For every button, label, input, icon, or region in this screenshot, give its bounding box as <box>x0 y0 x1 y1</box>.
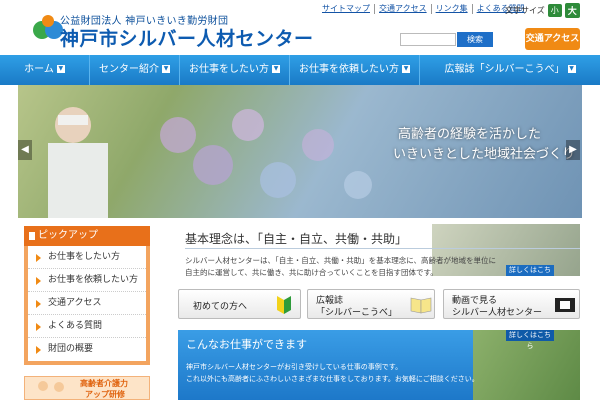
sitemap-link[interactable]: サイトマップ <box>318 4 374 14</box>
nav-item-work[interactable]: お仕事をしたい方 ▼ <box>180 55 290 85</box>
page: 公益財団法人 神戸いきいき勤労財団 神戸市シルバー人材センター サイトマップ 交… <box>0 0 600 400</box>
top-links: サイトマップ 交通アクセス リンク集 よくある質問 <box>318 4 529 14</box>
hero-banner[interactable]: 高齢者の経験を活かした いきいきとした地域社会づくり <box>18 85 582 218</box>
nav-label: お仕事をしたい方 <box>189 64 269 75</box>
caregiver-icon <box>38 381 64 392</box>
nav-label: ホーム <box>24 64 54 75</box>
font-large-button[interactable]: 大 <box>564 3 580 18</box>
film-icon <box>555 298 575 312</box>
pickup-item-overview[interactable]: 財団の概要 <box>28 338 146 361</box>
video-button[interactable]: 動画で見る シルバー人材センター <box>443 289 580 319</box>
font-size-label: 文字サイズ <box>505 6 545 15</box>
hero-prev-button[interactable]: ◀ <box>18 140 32 160</box>
pickup-item-access[interactable]: 交通アクセス <box>28 292 146 315</box>
pickup-item-work[interactable]: お仕事をしたい方 <box>28 246 146 269</box>
first-time-label: 初めての方へ <box>193 302 248 312</box>
site-header: 公益財団法人 神戸いきいき勤労財団 神戸市シルバー人材センター サイトマップ 交… <box>0 0 600 55</box>
hero-next-button[interactable]: ▶ <box>566 140 580 160</box>
concept-title: 基本理念は、「自主・自立、共働・共助」 <box>185 232 408 246</box>
pickup-list: お仕事をしたい方 お仕事を依頼したい方 交通アクセス よくある質問 財団の概要 <box>24 246 150 365</box>
divider <box>185 248 580 249</box>
beginner-mark-icon <box>277 296 291 314</box>
jobs-more-link[interactable]: 詳しくはこちら <box>506 330 554 350</box>
video-label-2: シルバー人材センター <box>452 308 543 318</box>
concept-text-1: シルバー人材センターは、「自主・自立、共働・共助」を基本理念に、高齢者が地域を単… <box>185 256 497 265</box>
chevron-down-icon: ▼ <box>272 65 280 73</box>
first-time-button[interactable]: 初めての方へ <box>178 289 301 319</box>
access-link[interactable]: 交通アクセス <box>374 4 431 14</box>
font-small-button[interactable]: 小 <box>547 4 562 17</box>
nav-label: 広報誌「シルバーこうべ」 <box>444 64 565 75</box>
concept-text-2: 自主的に運営して、共に働き、共に助け合っていくことを目指す団体です。 <box>185 268 438 277</box>
jobs-text-2: これ以外にも高齢者にふさわしいさまざまな仕事をしております。お気軽にご相談くださ… <box>186 375 479 383</box>
jobs-title: こんなお仕事ができます <box>186 338 307 351</box>
chevron-down-icon: ▼ <box>567 65 576 73</box>
pickup-item-faq[interactable]: よくある質問 <box>28 315 146 338</box>
pickup-item-request[interactable]: お仕事を依頼したい方 <box>28 269 146 292</box>
search-button[interactable]: 検索 <box>457 32 493 47</box>
concept-more-link[interactable]: 詳しくはこちら <box>506 265 554 285</box>
nav-item-request[interactable]: お仕事を依頼したい方 ▼ <box>290 55 420 85</box>
hero-tagline-1: 高齢者の経験を活かした <box>398 127 542 142</box>
care-training-banner[interactable]: 高齢者介護力 アップ研修 <box>24 376 150 400</box>
jobs-text-1: 神戸市シルバー人材センターがお引き受けしている仕事の事例です。 <box>186 363 403 371</box>
chevron-down-icon: ▼ <box>56 65 65 73</box>
pickup-sidebar: ピックアップ お仕事をしたい方 お仕事を依頼したい方 交通アクセス よくある質問… <box>24 226 150 365</box>
nav-item-about[interactable]: センター紹介 ▼ <box>90 55 180 85</box>
nav-label: センター紹介 <box>99 64 159 75</box>
pickup-title: ピックアップ <box>24 226 150 246</box>
chevron-down-icon: ▼ <box>402 65 410 73</box>
font-size-switcher: 文字サイズ 小 大 <box>505 3 580 18</box>
links-link[interactable]: リンク集 <box>430 4 472 14</box>
org-title[interactable]: 神戸市シルバー人材センター <box>60 24 314 51</box>
main-nav: ホーム ▼ センター紹介 ▼ お仕事をしたい方 ▼ お仕事を依頼したい方 ▼ 広報誌「シ… <box>0 55 600 85</box>
magazine-button[interactable]: 広報誌 「シルバーこうべ」 <box>307 289 435 319</box>
chevron-down-icon: ▼ <box>162 65 170 73</box>
search-input[interactable] <box>400 33 456 46</box>
care-banner-line-1: 高齢者介護力 <box>80 379 128 388</box>
nav-item-magazine[interactable]: 広報誌「シルバーこうべ」 ▼ <box>420 55 600 85</box>
nav-item-home[interactable]: ホーム ▼ <box>0 55 90 85</box>
nav-label: お仕事を依頼したい方 <box>299 64 399 75</box>
care-banner-line-2: アップ研修 <box>85 390 125 399</box>
hero-tagline-2: いきいきとした地域社会づくり <box>393 147 576 162</box>
access-button[interactable]: 交通アクセス <box>525 28 580 50</box>
book-icon <box>410 297 432 314</box>
magazine-label-2: 「シルバーこうべ」 <box>316 308 398 318</box>
